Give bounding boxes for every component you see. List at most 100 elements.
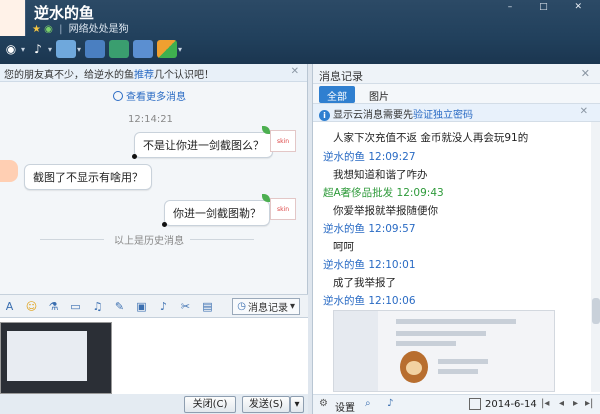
app-icon[interactable] xyxy=(85,40,106,58)
view-more-messages-link[interactable]: 查看更多消息 xyxy=(113,88,186,103)
user-avatar[interactable]: skin xyxy=(270,130,296,152)
pasted-screenshot-thumbnail xyxy=(0,322,112,394)
next-page-icon[interactable]: ▸ xyxy=(573,398,578,409)
chevron-down-icon[interactable]: ▾ xyxy=(77,45,81,54)
tab-images[interactable]: 图片 xyxy=(361,86,397,103)
emoji-icon[interactable]: ☺ xyxy=(24,299,39,314)
message-bubble: 不是让你进一剑截图么？ xyxy=(134,132,273,158)
recommend-link[interactable]: 推荐 xyxy=(134,70,154,81)
cloud-message-notice: i 显示云消息需要先验证独立密码 ✕ xyxy=(313,104,600,122)
magic-icon[interactable]: ⚗ xyxy=(46,299,61,314)
sender-name: 超A奢侈品批发 xyxy=(323,187,394,199)
message-bubble: 截图了不显示有啥用？ xyxy=(24,164,152,190)
apps-grid-icon[interactable] xyxy=(157,40,178,58)
gear-icon[interactable]: ⚙ xyxy=(319,398,328,409)
chevron-down-icon[interactable]: ▾ xyxy=(21,45,25,54)
contact-avatar[interactable] xyxy=(0,0,26,36)
close-icon[interactable]: ✕ xyxy=(580,106,588,117)
screenshot-preview-image xyxy=(7,331,87,381)
divider-line xyxy=(40,239,104,240)
screen-share-icon[interactable] xyxy=(133,40,154,58)
font-icon[interactable]: A xyxy=(2,299,17,314)
history-divider: 以上是历史消息 xyxy=(0,232,308,247)
sender-time: 12:09:57 xyxy=(368,223,416,235)
monkey-face xyxy=(406,361,422,375)
chevron-down-icon[interactable]: ▾ xyxy=(178,45,182,54)
message-bubble: 你进一剑截图勒？ xyxy=(164,200,270,226)
sender-name: 逆水的鱼 xyxy=(323,259,365,271)
history-sender: 超A奢侈品批发 12:09:43 xyxy=(323,185,444,200)
image-text-line xyxy=(396,341,456,346)
music-icon[interactable]: ♪ xyxy=(156,299,171,314)
folder-icon[interactable] xyxy=(56,40,77,58)
window-shake-icon[interactable]: ▭ xyxy=(68,299,83,314)
user-avatar[interactable]: skin xyxy=(270,198,296,220)
calendar-icon[interactable] xyxy=(469,398,481,410)
history-divider-label: 以上是历史消息 xyxy=(114,236,184,247)
header-toolbar: ◉ ▾ ♪ ▾ ▾ ▾ xyxy=(0,38,182,60)
microphone-icon[interactable]: ♪ xyxy=(29,40,47,58)
settings-label[interactable]: 设置 xyxy=(335,399,355,414)
bubble-dot-icon xyxy=(132,154,137,159)
image-sidebar xyxy=(334,311,378,391)
star-icon: ★ xyxy=(32,24,41,35)
status-icon: ◉ xyxy=(44,24,53,35)
close-button[interactable]: 关闭(C) xyxy=(184,396,236,413)
send-button[interactable]: 发送(S) xyxy=(242,396,290,413)
history-image-message[interactable] xyxy=(333,310,555,392)
voice-message-icon[interactable]: ♫ xyxy=(90,299,105,314)
sender-name: 逆水的鱼 xyxy=(323,295,365,307)
history-message: 我想知道和谐了咋办 xyxy=(333,169,428,181)
history-title: 消息记录 xyxy=(319,70,363,83)
video-icon[interactable]: ◉ xyxy=(2,40,20,58)
sender-time: 12:10:06 xyxy=(368,295,416,307)
history-message: 呵呵 xyxy=(333,241,354,253)
message-record-button[interactable]: ◷ 消息记录 ▾ xyxy=(232,298,300,315)
cloud-notice-text: 显示云消息需要先 xyxy=(333,110,413,121)
info-icon: i xyxy=(319,110,330,121)
history-message: 成了我举报了 xyxy=(333,277,396,289)
remote-icon[interactable] xyxy=(109,40,130,58)
history-date[interactable]: 2014-6-14 xyxy=(485,399,537,410)
send-options-button[interactable]: ▾ xyxy=(290,396,304,413)
history-scrollbar[interactable] xyxy=(591,122,600,392)
clock-icon xyxy=(113,91,123,101)
last-page-icon[interactable]: ▸| xyxy=(585,398,593,409)
history-sender: 逆水的鱼 12:09:57 xyxy=(323,221,416,236)
image-text-line xyxy=(438,369,478,374)
verify-password-link[interactable]: 验证独立密码 xyxy=(413,110,473,121)
prev-page-icon[interactable]: ◂ xyxy=(559,398,564,409)
sender-name: 逆水的鱼 xyxy=(323,223,365,235)
history-message: 你爱举报就举报随便你 xyxy=(333,205,438,217)
close-icon[interactable]: ✕ xyxy=(581,67,590,80)
history-message: 人家下次充值不返 金币就没人再会玩91的 xyxy=(333,132,529,144)
doodle-icon[interactable]: ✎ xyxy=(112,299,127,314)
screenshot-icon[interactable]: ✂ xyxy=(178,299,193,314)
message-history-pane: 消息记录 ✕ 全部 图片 i 显示云消息需要先验证独立密码 ✕ 人家下次充值不返 … xyxy=(312,64,600,414)
image-text-line xyxy=(438,359,488,364)
tab-all[interactable]: 全部 xyxy=(319,86,355,103)
history-footer: ⚙ 设置 ⌕ ♪ 2014-6-14 |◂ ◂ ▸ ▸| xyxy=(313,394,600,414)
sender-time: 12:10:01 xyxy=(368,259,416,271)
history-sender: 逆水的鱼 12:10:06 xyxy=(323,293,416,308)
search-icon[interactable]: ⌕ xyxy=(365,398,371,409)
window-controls[interactable]: – □ ✕ xyxy=(508,2,594,12)
image-icon[interactable]: ▣ xyxy=(134,299,149,314)
send-bar: 关闭(C) 发送(S) ▾ xyxy=(0,394,308,414)
image-text-line xyxy=(396,319,516,324)
history-title-bar: 消息记录 ✕ xyxy=(313,64,600,84)
friend-avatar[interactable] xyxy=(0,160,18,182)
close-icon[interactable]: ✕ xyxy=(291,66,299,77)
message-input[interactable] xyxy=(0,318,308,394)
history-sender: 逆水的鱼 12:09:27 xyxy=(323,149,416,164)
sound-icon[interactable]: ♪ xyxy=(387,398,393,409)
view-more-label: 查看更多消息 xyxy=(126,92,186,103)
signature-text: 网络处处是狗 xyxy=(68,24,129,35)
screen-capture-icon[interactable]: ▤ xyxy=(200,299,215,314)
chevron-down-icon: ▾ xyxy=(289,301,295,312)
chevron-down-icon[interactable]: ▾ xyxy=(48,45,52,54)
sender-time: 12:09:43 xyxy=(396,187,444,199)
friend-suggestion-notice: 您的朋友真不少，给逆水的鱼推荐几个认识吧！ ✕ xyxy=(0,64,307,82)
first-page-icon[interactable]: |◂ xyxy=(541,398,549,409)
scroll-thumb[interactable] xyxy=(592,298,600,324)
